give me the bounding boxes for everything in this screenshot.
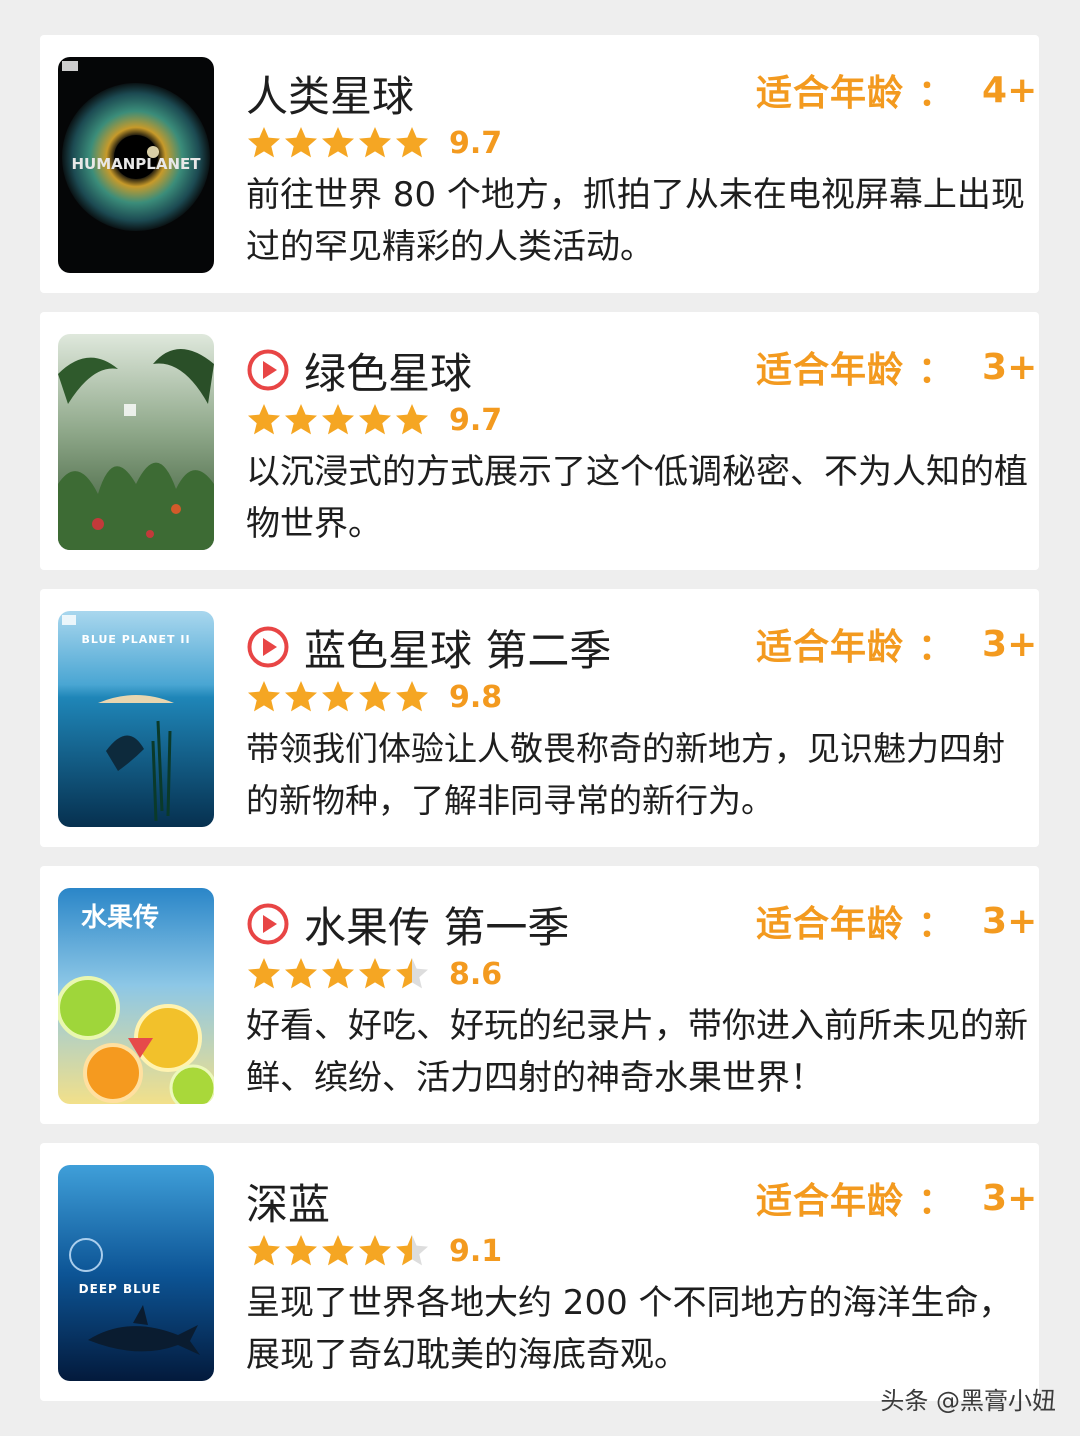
title-text[interactable]: 水果传 第一季: [304, 894, 569, 955]
poster-green-planet[interactable]: [58, 334, 214, 550]
title-text[interactable]: 蓝色星球 第二季: [304, 617, 611, 678]
title-text[interactable]: 深蓝: [246, 1171, 330, 1232]
description: 前往世界 80 个地方，抓拍了从未在电视屏幕上出现过的罕见精彩的人类活动。: [246, 175, 1025, 267]
stars: [246, 679, 431, 715]
eye-icon: HUMANPLANET: [58, 57, 214, 273]
documentary-card-blue-planet-2[interactable]: BLUE PLANET II 蓝色星球 第二季 适合年龄 ： 3+ 9.8 带领…: [40, 589, 1039, 847]
play-icon[interactable]: [246, 902, 290, 946]
star-icon: [322, 681, 354, 712]
star-icon: [322, 404, 354, 435]
age-label: 适合年龄: [756, 904, 905, 945]
score: 9.7: [449, 125, 503, 161]
star-icon: [322, 127, 354, 158]
age-rating: 适合年龄 ： 3+: [756, 898, 1038, 946]
star-rating: 9.7: [246, 123, 502, 163]
title-text[interactable]: 人类星球: [246, 63, 414, 124]
star-icon: [285, 1235, 317, 1266]
star-icon: [285, 681, 317, 712]
star-icon: [322, 1235, 354, 1266]
star-icon: [285, 958, 317, 989]
card-title[interactable]: 蓝色星球 第二季: [246, 617, 611, 677]
poster-title-text: BLUE PLANET II: [81, 633, 190, 646]
star-rating: 9.8: [246, 677, 502, 717]
age-rating: 适合年龄 ： 3+: [756, 621, 1038, 669]
age-value: 3+: [982, 346, 1038, 388]
star-rating: 8.6: [246, 954, 502, 994]
star-rating: 9.1: [246, 1231, 502, 1271]
poster-blue-planet-2[interactable]: BLUE PLANET II: [58, 611, 214, 827]
age-label: 适合年龄: [756, 73, 905, 114]
documentary-card-fruit-story[interactable]: 水果传 水果传 第一季 适合年龄 ： 3+ 8.6 好看、好吃、好玩的纪录片，带: [40, 866, 1039, 1124]
star-icon: [359, 958, 391, 989]
description: 呈现了世界各地大约 200 个不同地方的海洋生命，展现了奇幻耽美的海底奇观。: [246, 1283, 1013, 1375]
score: 8.6: [449, 956, 503, 992]
age-colon: ：: [918, 1181, 955, 1222]
age-colon: ：: [918, 627, 955, 668]
stars: [246, 1233, 431, 1269]
poster-human-planet[interactable]: HUMANPLANET: [58, 57, 214, 273]
age-colon: ：: [918, 73, 955, 114]
star-icon: [248, 404, 280, 435]
play-icon[interactable]: [246, 348, 290, 392]
description: 带领我们体验让人敬畏称奇的新地方，见识魅力四射的新物种，了解非同寻常的新行为。: [246, 729, 1005, 820]
age-rating: 适合年龄 ： 4+: [756, 67, 1038, 115]
age-colon: ：: [918, 904, 955, 945]
star-icon: [396, 404, 428, 435]
score: 9.1: [449, 1233, 503, 1269]
star-icon: [396, 1235, 428, 1266]
star-icon: [248, 1235, 280, 1266]
score: 9.8: [449, 679, 503, 715]
age-label: 适合年龄: [756, 1181, 905, 1222]
age-colon: ：: [918, 350, 955, 391]
star-rating: 9.7: [246, 400, 502, 440]
stars: [246, 125, 431, 161]
star-icon: [359, 681, 391, 712]
star-icon: [396, 127, 428, 158]
star-icon: [248, 958, 280, 989]
star-icon: [396, 958, 428, 989]
description: 好看、好吃、好玩的纪录片，带你进入前所未见的新鲜、缤纷、活力四射的神奇水果世界！: [246, 1006, 1028, 1098]
poster-title-text: DEEP BLUE: [79, 1282, 162, 1296]
citrus-icon: 水果传: [58, 888, 214, 1104]
documentary-card-human-planet[interactable]: HUMANPLANET 人类星球 适合年龄 ： 4+ 9.7 前往世界 80 个…: [40, 35, 1039, 293]
star-icon: [248, 127, 280, 158]
age-value: 3+: [982, 900, 1038, 942]
documentary-card-deep-blue[interactable]: DEEP BLUE 深蓝 适合年龄 ： 3+ 9.1 呈现了世界各地大约 200…: [40, 1143, 1039, 1401]
play-icon[interactable]: [246, 625, 290, 669]
card-title[interactable]: 深蓝: [246, 1171, 330, 1231]
star-icon: [396, 681, 428, 712]
star-icon: [359, 1235, 391, 1266]
title-text[interactable]: 绿色星球: [304, 340, 472, 401]
documentary-card-green-planet[interactable]: 绿色星球 适合年龄 ： 3+ 9.7 以沉浸式的方式展示了这个低调秘密、不为人知…: [40, 312, 1039, 570]
age-value: 3+: [982, 1177, 1038, 1219]
star-icon: [322, 958, 354, 989]
star-icon: [285, 127, 317, 158]
score: 9.7: [449, 402, 503, 438]
poster-fruit-story[interactable]: 水果传: [58, 888, 214, 1104]
description: 以沉浸式的方式展示了这个低调秘密、不为人知的植物世界。: [246, 452, 1028, 544]
age-value: 4+: [982, 69, 1038, 111]
shark-icon: DEEP BLUE: [58, 1165, 214, 1381]
age-value: 3+: [982, 623, 1038, 665]
card-title[interactable]: 人类星球: [246, 63, 414, 123]
poster-title-text: 水果传: [81, 903, 159, 933]
age-label: 适合年龄: [756, 350, 905, 391]
stars: [246, 956, 431, 992]
watermark: 头条 @黑膏小妞: [880, 1387, 1056, 1415]
age-label: 适合年龄: [756, 627, 905, 668]
card-title[interactable]: 水果传 第一季: [246, 894, 569, 954]
card-title[interactable]: 绿色星球: [246, 340, 472, 400]
age-rating: 适合年龄 ： 3+: [756, 344, 1038, 392]
star-icon: [248, 681, 280, 712]
star-icon: [359, 404, 391, 435]
poster-deep-blue[interactable]: DEEP BLUE: [58, 1165, 214, 1381]
stars: [246, 402, 431, 438]
jungle-icon: [58, 334, 214, 550]
poster-title-text: HUMANPLANET: [71, 155, 201, 173]
star-icon: [359, 127, 391, 158]
star-icon: [285, 404, 317, 435]
age-rating: 适合年龄 ： 3+: [756, 1175, 1038, 1223]
ocean-icon: BLUE PLANET II: [58, 611, 214, 827]
